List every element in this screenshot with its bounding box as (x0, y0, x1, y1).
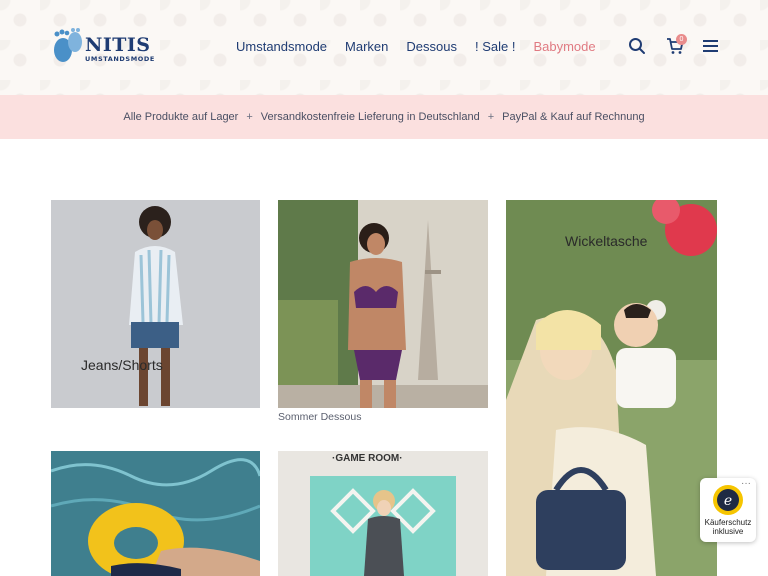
category-tile-pool[interactable] (51, 451, 260, 576)
nav-dessous[interactable]: Dessous (406, 39, 457, 54)
promo-item-stock: Alle Produkte auf Lager (123, 111, 239, 123)
site-header: NITIS UMSTANDSMODE Umstandsmode Marken D… (0, 0, 768, 95)
tile-caption-dessous[interactable]: Sommer Dessous (278, 411, 361, 423)
promo-item-shipping: Versandkostenfreie Lieferung in Deutschl… (260, 111, 480, 123)
logo-subtitle: UMSTANDSMODE (85, 55, 155, 63)
pool-image (51, 451, 260, 576)
trusted-shops-seal-icon: e (713, 485, 743, 515)
promo-separator: + (246, 111, 253, 123)
cart-count-badge: 0 (676, 34, 687, 45)
tile-label-jeans: Jeans/Shorts (81, 357, 163, 373)
menu-icon[interactable] (702, 37, 722, 57)
trust-badge-line1: Käuferschutz (704, 518, 752, 527)
category-tile-jeans[interactable]: Jeans/Shorts (51, 200, 260, 408)
main-nav: Umstandsmode Marken Dessous ! Sale ! Bab… (236, 39, 596, 54)
trusted-shops-badge[interactable]: ··· e Käuferschutz inklusive (700, 478, 756, 542)
promo-separator: + (487, 111, 495, 123)
wickeltasche-image (506, 200, 717, 576)
trusted-shops-seal-letter: e (724, 493, 732, 509)
gameroom-sign: ·GAME ROOM· (332, 453, 403, 464)
nav-umstandsmode[interactable]: Umstandsmode (236, 39, 327, 54)
dessous-image (278, 200, 488, 408)
nav-marken[interactable]: Marken (345, 39, 388, 54)
promo-item-payment: PayPal & Kauf auf Rechnung (502, 111, 645, 123)
nav-sale[interactable]: ! Sale ! (475, 39, 515, 54)
category-tile-wickeltasche[interactable]: Wickeltasche (506, 200, 717, 576)
search-icon[interactable] (628, 37, 648, 57)
logo-text: NITIS (85, 34, 151, 56)
category-tile-gameroom[interactable]: ·GAME ROOM· (278, 451, 488, 576)
promo-bar: Alle Produkte auf Lager + Versandkostenf… (0, 95, 768, 139)
gameroom-image (278, 451, 488, 576)
jeans-image (51, 200, 260, 408)
baby-feet-icon (54, 28, 82, 62)
trust-badge-line2: inklusive (712, 527, 744, 536)
nitis-logo[interactable]: NITIS UMSTANDSMODE (51, 28, 163, 68)
tile-label-wickeltasche: Wickeltasche (565, 233, 648, 249)
category-tile-dessous[interactable] (278, 200, 488, 408)
nav-babymode[interactable]: Babymode (533, 39, 595, 54)
